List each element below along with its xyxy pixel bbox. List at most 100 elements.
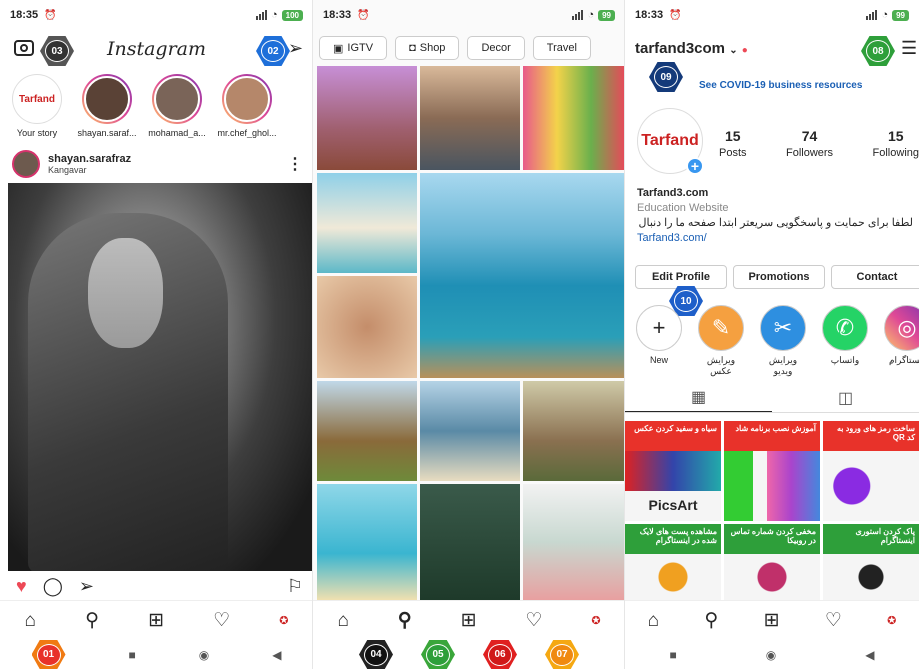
alarm-icon: ⏰	[357, 9, 370, 21]
explore-tile[interactable]	[420, 173, 625, 378]
highlight-whatsapp[interactable]: ✆ واتساپ	[821, 305, 869, 377]
profile-picture[interactable]: Tarfand +	[637, 108, 704, 175]
highlight-new[interactable]: + New	[635, 305, 683, 377]
covid-resources-link[interactable]: See COVID-19 business resources	[699, 80, 862, 91]
search-icon[interactable]: ⚲	[704, 609, 718, 632]
contact-button[interactable]: Contact	[831, 265, 919, 289]
comment-icon[interactable]: ◯	[43, 576, 63, 597]
story-item[interactable]: Tarfand Your story	[6, 74, 68, 138]
profile-avatar-icon[interactable]: ✪	[887, 614, 896, 627]
activity-heart-icon[interactable]: ♡	[213, 609, 230, 632]
back-icon[interactable]: ◀	[865, 648, 874, 662]
story-item[interactable]: shayan.saraf...	[76, 74, 138, 138]
stories-tray: Tarfand Your story shayan.saraf... moham…	[6, 74, 278, 138]
profile-stats: 15 Posts 74 Followers 15 Following	[719, 128, 919, 159]
recents-icon[interactable]: ■	[129, 648, 136, 662]
profile-post-tile[interactable]: ساخت رمز های ورود به کد QR	[823, 421, 919, 521]
new-post-icon[interactable]: ⊞	[461, 609, 477, 632]
tagged-tab-icon[interactable]: ◫	[772, 383, 919, 412]
profile-post-tile[interactable]: مشاهده پست های لایک شده در اینستاگرام	[625, 524, 721, 600]
plus-icon: +	[636, 305, 682, 351]
share-icon[interactable]: ➢	[79, 576, 94, 597]
story-label: shayan.saraf...	[77, 128, 137, 138]
bag-icon: ◘	[409, 42, 416, 54]
highlight-photo-edit[interactable]: ✎ ویرایش عکس	[697, 305, 745, 377]
explore-tile[interactable]	[317, 276, 417, 378]
search-icon[interactable]: ⚲	[85, 609, 99, 632]
promotions-button[interactable]: Promotions	[733, 265, 825, 289]
profile-post-tile[interactable]: مخفی کردن شماره تماس در روبیکا	[724, 524, 820, 600]
explore-tile[interactable]	[420, 381, 520, 481]
profile-avatar-icon[interactable]: ✪	[591, 614, 600, 627]
grid-tab-icon[interactable]: ▦	[625, 383, 772, 412]
home-icon[interactable]: ⌂	[648, 610, 659, 632]
post-location[interactable]: Kangavar	[48, 165, 131, 175]
signal-icon	[572, 10, 584, 20]
home-button-icon[interactable]: ◉	[199, 648, 209, 662]
story-avatar	[84, 76, 130, 122]
profile-post-tile[interactable]: پاک کردن استوری اینستاگرام	[823, 524, 919, 600]
highlight-instagram[interactable]: ◎ِینستاگرام	[883, 305, 919, 377]
explore-grid	[317, 66, 625, 600]
profile-post-tile[interactable]: آموزش نصب برنامه شاد	[724, 421, 820, 521]
story-label: Your story	[16, 128, 58, 138]
menu-icon[interactable]: ☰	[901, 38, 917, 59]
story-item[interactable]: mr.chef_ghol...	[216, 74, 278, 138]
post-photo[interactable]	[8, 183, 313, 571]
status-time: 18:35	[10, 9, 39, 21]
new-post-icon[interactable]: ⊞	[764, 609, 780, 632]
direct-message-icon[interactable]: ➢	[288, 38, 303, 59]
more-options-icon[interactable]: ⋮	[287, 154, 303, 174]
badge-07: 07	[545, 639, 579, 669]
tv-icon: ▣	[333, 42, 344, 55]
status-bar: 18:33 ⏰ ◔ 99	[313, 0, 625, 30]
followers-count[interactable]: 74 Followers	[786, 128, 833, 159]
following-count[interactable]: 15 Following	[873, 128, 919, 159]
chip-igtv[interactable]: ▣ IGTV	[319, 36, 388, 60]
profile-post-tile[interactable]: سیاه و سفید کردن عکس PicsArt	[625, 421, 721, 521]
photo-edit-icon: ✎	[698, 305, 744, 351]
wifi-icon: ◔	[587, 9, 595, 21]
status-bar: 18:35 ⏰ ◔ 100	[0, 0, 313, 30]
explore-tile[interactable]	[317, 66, 417, 170]
posts-count[interactable]: 15 Posts	[719, 128, 747, 159]
activity-heart-icon[interactable]: ♡	[525, 609, 542, 632]
profile-avatar-icon[interactable]: ✪	[279, 614, 288, 627]
chip-shop[interactable]: ◘ Shop	[395, 36, 460, 60]
explore-tile[interactable]	[523, 66, 625, 170]
explore-tile[interactable]	[317, 381, 417, 481]
post-username[interactable]: shayan.sarafraz	[48, 153, 131, 165]
bookmark-icon[interactable]: ⚐	[287, 576, 303, 597]
back-icon[interactable]: ◀	[272, 648, 281, 662]
explore-tile[interactable]	[523, 484, 625, 600]
signal-icon	[255, 10, 267, 20]
explore-tile[interactable]	[420, 66, 520, 170]
system-nav: ■ ◉ ◀	[625, 640, 919, 669]
chip-travel[interactable]: Travel	[532, 36, 591, 60]
highlight-video-edit[interactable]: ✂ ویرایش ویدیو	[759, 305, 807, 377]
explore-tile[interactable]	[420, 484, 520, 600]
story-item[interactable]: mohamad_a...	[146, 74, 208, 138]
add-story-icon[interactable]: +	[686, 157, 704, 175]
status-time: 18:33	[635, 9, 664, 21]
battery-indicator: 99	[892, 9, 909, 21]
post-avatar[interactable]	[12, 150, 40, 178]
chip-decor[interactable]: Decor	[467, 36, 525, 60]
bio-link[interactable]: Tarfand3.com/	[637, 232, 707, 244]
bottom-nav: ⌂ ⚲ ⊞ ♡ ✪	[313, 600, 625, 640]
explore-tile[interactable]	[317, 484, 417, 600]
new-post-icon[interactable]: ⊞	[148, 609, 164, 632]
home-icon[interactable]: ⌂	[337, 610, 348, 632]
recents-icon[interactable]: ■	[670, 648, 677, 662]
explore-tile[interactable]	[523, 381, 625, 481]
explore-tile[interactable]	[317, 173, 417, 273]
home-icon[interactable]: ⌂	[25, 610, 36, 632]
edit-profile-button[interactable]: Edit Profile	[635, 265, 727, 289]
activity-heart-icon[interactable]: ♡	[825, 609, 842, 632]
profile-username[interactable]: tarfand3com ⌄ ●	[635, 40, 748, 57]
search-icon[interactable]: ⚲	[398, 609, 412, 632]
whatsapp-icon: ✆	[822, 305, 868, 351]
heart-icon[interactable]: ♥	[16, 576, 27, 597]
home-button-icon[interactable]: ◉	[766, 648, 776, 662]
chevron-down-icon: ⌄	[729, 45, 738, 56]
